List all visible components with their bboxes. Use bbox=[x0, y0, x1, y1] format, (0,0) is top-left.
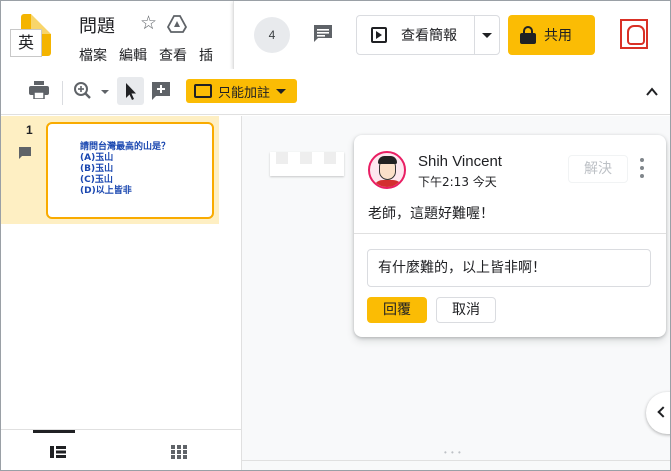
comment-text: 老師，這題好難喔！ bbox=[368, 206, 494, 222]
speaker-notes-divider bbox=[242, 460, 670, 461]
slide-text-line: 請問台灣最高的山是？ bbox=[80, 142, 171, 152]
select-tool[interactable] bbox=[117, 77, 144, 105]
more-options-icon[interactable] bbox=[640, 158, 644, 178]
reply-button[interactable]: 回覆 bbox=[367, 297, 427, 323]
slide-text-line: (A)玉山 bbox=[80, 153, 114, 163]
slide-preview-edge bbox=[270, 152, 344, 176]
slide-thumbnail-row[interactable]: 1 請問台灣最高的山是？ (A)玉山 (B)玉山 (C)玉山 (D)以上皆非 bbox=[1, 116, 219, 224]
header-actions: 4 查看簡報 共用 bbox=[233, 1, 670, 69]
menu-bar: 檔案 編輯 查看插 bbox=[79, 45, 239, 65]
share-label: 共用 bbox=[544, 28, 572, 44]
print-icon[interactable] bbox=[29, 81, 49, 99]
caret-down-icon bbox=[482, 32, 493, 38]
cancel-button[interactable]: 取消 bbox=[436, 297, 496, 323]
filmstrip: 1 請問台灣最高的山是？ (A)玉山 (B)玉山 (C)玉山 (D)以上皆非 bbox=[1, 116, 242, 470]
ime-indicator: 英 bbox=[10, 29, 42, 57]
slide-text-line: (B)玉山 bbox=[80, 164, 114, 174]
present-button[interactable]: 查看簡報 bbox=[357, 16, 476, 54]
share-button[interactable]: 共用 bbox=[508, 15, 595, 55]
reply-input[interactable]: 有什麼難的，以上皆非啊！ bbox=[367, 249, 651, 287]
caret-down-icon bbox=[276, 88, 287, 94]
present-play-icon bbox=[371, 27, 387, 43]
chevron-up-icon[interactable] bbox=[646, 86, 658, 98]
menu-file[interactable]: 檔案 bbox=[79, 48, 107, 64]
comment-history-icon[interactable] bbox=[312, 23, 334, 45]
chevron-left-icon bbox=[657, 406, 669, 418]
slide-number: 1 bbox=[26, 123, 33, 137]
move-to-drive-icon[interactable] bbox=[167, 15, 187, 33]
resolve-button[interactable]: 解決 bbox=[568, 155, 628, 183]
toolbar-divider bbox=[62, 81, 63, 105]
menu-insert[interactable]: 插 bbox=[199, 48, 213, 64]
grid-view-icon[interactable] bbox=[171, 445, 187, 459]
menu-view[interactable]: 查看 bbox=[159, 48, 187, 64]
comment-timestamp: 下午2:13 今天 bbox=[418, 175, 497, 189]
suggest-edit-icon bbox=[194, 84, 212, 98]
active-tab-indicator bbox=[33, 430, 75, 433]
commenter-avatar bbox=[368, 151, 406, 189]
add-comment-icon[interactable] bbox=[151, 81, 171, 101]
zoom-icon[interactable] bbox=[73, 81, 111, 101]
star-icon[interactable]: ☆ bbox=[140, 12, 157, 34]
lock-icon bbox=[520, 26, 536, 44]
slide-text-line: (C)玉山 bbox=[80, 175, 113, 185]
present-label: 查看簡報 bbox=[401, 28, 457, 44]
cursor-arrow-icon bbox=[126, 83, 136, 100]
toolbar bbox=[1, 69, 670, 115]
commenter-name: Shih Vincent bbox=[418, 153, 502, 170]
slides-window: 英 問題 ☆ 檔案 編輯 查看插 4 查看簡報 共用 只能加註 1 請問台灣最高… bbox=[0, 0, 671, 471]
filmstrip-view-icon[interactable] bbox=[50, 446, 66, 458]
filmstrip-view-switcher bbox=[1, 429, 242, 470]
comment-card: Shih Vincent 下午2:13 今天 解決 老師，這題好難喔！ 有什麼難… bbox=[354, 135, 666, 337]
editing-mode-label: 只能加註 bbox=[218, 85, 271, 101]
slide-text-line: (D)以上皆非 bbox=[80, 186, 132, 196]
viewer-count-badge[interactable]: 4 bbox=[254, 17, 290, 53]
editing-mode-dropdown[interactable]: 只能加註 bbox=[186, 79, 297, 103]
account-avatar[interactable] bbox=[620, 19, 648, 49]
present-options-dropdown[interactable] bbox=[475, 16, 499, 54]
comment-divider bbox=[354, 233, 666, 234]
slide-comment-icon bbox=[19, 147, 31, 159]
side-panel-toggle[interactable] bbox=[646, 392, 670, 434]
menu-edit[interactable]: 編輯 bbox=[119, 48, 147, 64]
document-title[interactable]: 問題 bbox=[79, 12, 115, 38]
present-button-group: 查看簡報 bbox=[356, 15, 500, 55]
slide-thumbnail[interactable]: 請問台灣最高的山是？ (A)玉山 (B)玉山 (C)玉山 (D)以上皆非 bbox=[46, 122, 214, 219]
